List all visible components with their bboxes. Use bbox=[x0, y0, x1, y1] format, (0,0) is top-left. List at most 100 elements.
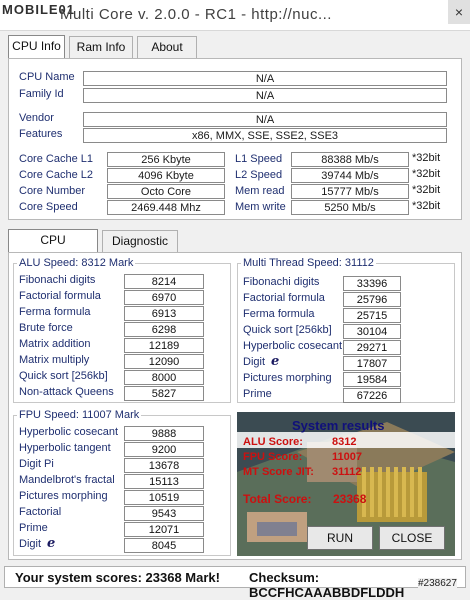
vendor-value: N/A bbox=[83, 112, 447, 127]
family-id-value: N/A bbox=[83, 88, 447, 103]
fpu-row-label: Factorial bbox=[19, 506, 62, 518]
window-close-button[interactable]: × bbox=[448, 0, 470, 24]
core-number-label: Core Number bbox=[19, 185, 86, 197]
results-mt-label: MT Score JIT: bbox=[243, 466, 314, 478]
close-button[interactable]: CLOSE bbox=[379, 526, 445, 550]
cache-l1-label: Core Cache L1 bbox=[19, 153, 93, 165]
fpu-row-label: Hyperbolic cosecant bbox=[19, 426, 119, 438]
euler-e-icon: e bbox=[271, 354, 280, 369]
fpu-row-value: 15113 bbox=[124, 474, 204, 489]
alu-row-value: 6970 bbox=[124, 290, 204, 305]
results-alu-value: 8312 bbox=[332, 436, 357, 448]
mt-row-value: 33396 bbox=[343, 276, 401, 291]
mem-write-bit-label: *32bit bbox=[412, 200, 441, 212]
mem-write-value: 5250 Mb/s bbox=[291, 200, 409, 215]
fpu-title: FPU Speed: 11007 Mark bbox=[17, 409, 142, 421]
mt-row-label: Fibonachi digits bbox=[243, 276, 320, 288]
fpu-row-value: 13678 bbox=[124, 458, 204, 473]
title-bar: MOBILE01 Multi Core v. 2.0.0 - RC1 - htt… bbox=[0, 0, 470, 31]
alu-row-label: Brute force bbox=[19, 322, 73, 334]
l2-speed-value: 39744 Mb/s bbox=[291, 168, 409, 183]
mem-read-label: Mem read bbox=[235, 185, 285, 197]
fpu-row-label: Mandelbrot's fractal bbox=[19, 474, 115, 486]
results-fpu-label: FPU Score: bbox=[243, 451, 303, 463]
mt-row-label: Ferma formula bbox=[243, 308, 315, 320]
mt-title: Multi Thread Speed: 31112 bbox=[241, 257, 376, 269]
mt-row-value: 25715 bbox=[343, 308, 401, 323]
vendor-label: Vendor bbox=[19, 112, 54, 124]
tab-diagnostic[interactable]: Diagnostic bbox=[102, 230, 178, 252]
alu-row-value: 12189 bbox=[124, 338, 204, 353]
alu-row-label: Matrix multiply bbox=[19, 354, 90, 366]
core-number-value: Octo Core bbox=[107, 184, 225, 199]
mt-row-label: Pictures morphing bbox=[243, 372, 332, 384]
mem-read-value: 15777 Mb/s bbox=[291, 184, 409, 199]
mt-row-value: 19584 bbox=[343, 372, 401, 387]
fpu-row-value: 9888 bbox=[124, 426, 204, 441]
mt-row-label: Hyperbolic cosecant bbox=[243, 340, 343, 352]
alu-row-value: 8000 bbox=[124, 370, 204, 385]
mt-row-label: Factorial formula bbox=[243, 292, 325, 304]
alu-row-value: 6298 bbox=[124, 322, 204, 337]
fpu-row-value: 9543 bbox=[124, 506, 204, 521]
mt-row-label: Prime bbox=[243, 388, 272, 400]
results-alu-label: ALU Score: bbox=[243, 436, 303, 448]
features-value: x86, MMX, SSE, SSE2, SSE3 bbox=[83, 128, 447, 143]
results-fpu-value: 11007 bbox=[332, 451, 362, 463]
fpu-row-label: Prime bbox=[19, 522, 48, 534]
alu-row-label: Matrix addition bbox=[19, 338, 91, 350]
mt-row-label: Digit bbox=[243, 356, 266, 368]
watermark-id: #238627 bbox=[418, 578, 457, 589]
l1-bit-label: *32bit bbox=[412, 152, 441, 164]
cache-l2-label: Core Cache L2 bbox=[19, 169, 93, 181]
alu-row-label: Fibonachi digits bbox=[19, 274, 96, 286]
alu-row-label: Quick sort [256kb] bbox=[19, 370, 108, 382]
alu-row-value: 8214 bbox=[124, 274, 204, 289]
alu-row-value: 6913 bbox=[124, 306, 204, 321]
fpu-row-label: Digit Pi bbox=[19, 458, 54, 470]
fpu-row-label: Hyperbolic tangent bbox=[19, 442, 111, 454]
tab-ram-info[interactable]: Ram Info bbox=[69, 36, 133, 58]
mt-row-value: 17807 bbox=[343, 356, 401, 371]
alu-row-value: 12090 bbox=[124, 354, 204, 369]
results-mt-value: 31112 bbox=[332, 466, 362, 478]
cache-l1-value: 256 Kbyte bbox=[107, 152, 225, 167]
system-score-text: Your system scores: 23368 Mark! bbox=[15, 570, 220, 585]
mt-row-value: 29271 bbox=[343, 340, 401, 355]
tab-cpu-info[interactable]: CPU Info bbox=[8, 35, 65, 59]
l1-speed-label: L1 Speed bbox=[235, 153, 283, 165]
core-speed-label: Core Speed bbox=[19, 201, 78, 213]
mt-row-value: 67226 bbox=[343, 388, 401, 403]
family-id-label: Family Id bbox=[19, 88, 64, 100]
fpu-row-value: 12071 bbox=[124, 522, 204, 537]
alu-row-label: Non-attack Queens bbox=[19, 386, 114, 398]
results-total-label: Total Score: bbox=[243, 492, 312, 506]
mem-read-bit-label: *32bit bbox=[412, 184, 441, 196]
status-bar: Your system scores: 23368 Mark! Checksum… bbox=[4, 566, 466, 600]
cpu-name-label: CPU Name bbox=[19, 71, 75, 83]
results-total-value: 23368 bbox=[333, 492, 367, 506]
cache-l2-value: 4096 Kbyte bbox=[107, 168, 225, 183]
features-label: Features bbox=[19, 128, 63, 140]
l2-speed-label: L2 Speed bbox=[235, 169, 283, 181]
mt-row-label: Quick sort [256kb] bbox=[243, 324, 332, 336]
mem-write-label: Mem write bbox=[235, 201, 286, 213]
core-speed-value: 2469.448 Mhz bbox=[107, 200, 225, 215]
alu-row-label: Ferma formula bbox=[19, 306, 91, 318]
system-results-panel: System results ALU Score: 8312 FPU Score… bbox=[237, 412, 455, 556]
tab-about[interactable]: About bbox=[137, 36, 197, 58]
run-button[interactable]: RUN bbox=[307, 526, 373, 550]
l2-bit-label: *32bit bbox=[412, 168, 441, 180]
mt-row-value: 25796 bbox=[343, 292, 401, 307]
results-title: System results bbox=[292, 418, 385, 433]
cpu-info-panel: CPU Name N/A Family Id N/A Vendor N/A Fe… bbox=[8, 58, 462, 220]
fpu-row-label: Pictures morphing bbox=[19, 490, 108, 502]
alu-row-label: Factorial formula bbox=[19, 290, 101, 302]
fpu-row-value: 8045 bbox=[124, 538, 204, 553]
alu-row-value: 5827 bbox=[124, 386, 204, 401]
tab-cpu-benchmark[interactable]: CPU Benchmark bbox=[8, 229, 98, 267]
fpu-row-value: 9200 bbox=[124, 442, 204, 457]
l1-speed-value: 88388 Mb/s bbox=[291, 152, 409, 167]
fpu-row-value: 10519 bbox=[124, 490, 204, 505]
mt-row-value: 30104 bbox=[343, 324, 401, 339]
